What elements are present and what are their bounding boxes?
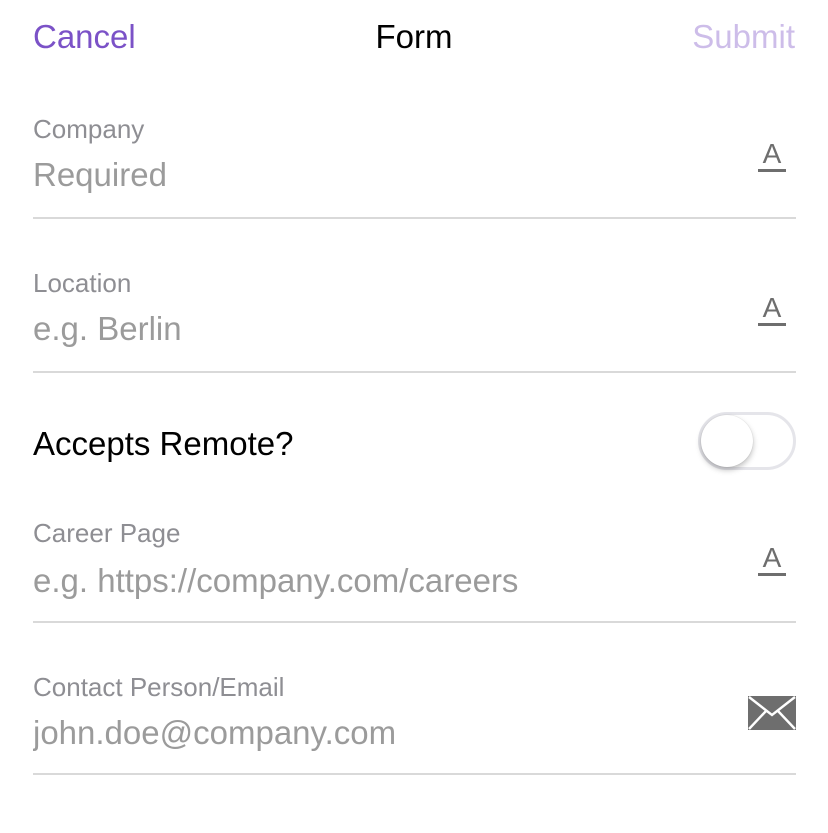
- career-page-field: Career Page A: [33, 504, 796, 623]
- career-page-label: Career Page: [33, 518, 181, 548]
- contact-email-input[interactable]: [33, 714, 733, 752]
- text-format-icon: A: [758, 140, 786, 172]
- contact-email-field: Contact Person/Email: [33, 658, 796, 775]
- accepts-remote-switch[interactable]: [698, 412, 796, 470]
- location-input[interactable]: [33, 310, 733, 348]
- submit-button[interactable]: Submit: [692, 18, 795, 56]
- text-format-icon: A: [758, 294, 786, 326]
- company-label: Company: [33, 114, 145, 144]
- accepts-remote-row: Accepts Remote?: [33, 405, 796, 485]
- envelope-icon: [748, 696, 796, 735]
- switch-knob: [701, 415, 753, 467]
- location-field: Location A: [33, 254, 796, 373]
- contact-email-label: Contact Person/Email: [33, 672, 285, 702]
- company-field: Company A: [33, 100, 796, 219]
- text-format-icon: A: [758, 544, 786, 576]
- accepts-remote-label: Accepts Remote?: [33, 425, 294, 462]
- company-input[interactable]: [33, 156, 733, 194]
- location-label: Location: [33, 268, 132, 298]
- navigation-bar: Cancel Form Submit: [0, 0, 828, 76]
- career-page-input[interactable]: [33, 562, 733, 600]
